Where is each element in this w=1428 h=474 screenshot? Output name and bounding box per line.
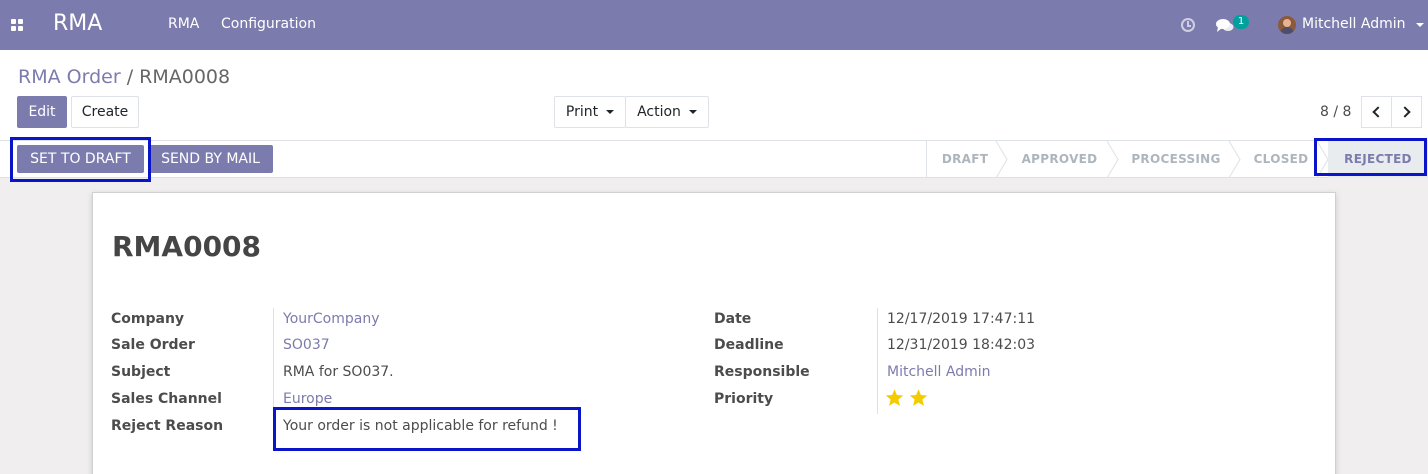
highlight-rejected-stage <box>1314 138 1427 176</box>
breadcrumb-parent[interactable]: RMA Order <box>18 66 121 88</box>
label-date: Date <box>714 311 752 327</box>
deadline-value: 12/31/2019 18:42:03 <box>887 337 1036 353</box>
action-dropdown[interactable]: Action <box>625 96 709 128</box>
pager-value[interactable]: 8 / 8 <box>1320 104 1351 120</box>
company-link[interactable]: YourCompany <box>283 311 380 327</box>
stage-separator <box>926 141 927 178</box>
stage-processing[interactable]: PROCESSING <box>1118 141 1234 178</box>
label-subject: Subject <box>111 364 171 380</box>
label-reject-reason: Reject Reason <box>111 418 224 434</box>
responsible-link[interactable]: Mitchell Admin <box>887 364 991 380</box>
chevron-left-icon <box>1372 106 1384 118</box>
stage-closed[interactable]: CLOSED <box>1240 141 1322 178</box>
label-company: Company <box>111 311 185 327</box>
label-sale-order: Sale Order <box>111 337 195 353</box>
form-statusbar: SET TO DRAFT SEND BY MAIL DRAFT APPROVED… <box>0 141 1428 178</box>
star-icon[interactable] <box>885 388 904 407</box>
apps-grid-icon[interactable] <box>11 19 24 31</box>
app-name: RMA <box>53 11 103 36</box>
breadcrumb-separator: / <box>126 66 134 88</box>
breadcrumb: RMA Order / RMA0008 <box>18 66 230 88</box>
highlight-set-to-draft <box>10 137 151 182</box>
chat-count-badge: 1 <box>1233 15 1249 29</box>
sales-channel-link[interactable]: Europe <box>283 391 332 407</box>
clock-icon[interactable] <box>1181 18 1195 32</box>
date-value: 12/17/2019 17:47:11 <box>887 311 1036 327</box>
record-title: RMA0008 <box>112 230 262 263</box>
highlight-reject-reason <box>273 407 581 451</box>
caret-down-icon <box>606 110 615 114</box>
edit-button[interactable]: Edit <box>17 96 67 128</box>
send-by-mail-button[interactable]: SEND BY MAIL <box>148 145 273 173</box>
subject-value: RMA for SO037. <box>283 364 394 380</box>
top-navbar: RMA RMA Configuration 1 Mitchell Admin <box>0 0 1428 50</box>
label-priority: Priority <box>714 391 774 407</box>
stage-approved[interactable]: APPROVED <box>1007 141 1112 178</box>
menu-rma[interactable]: RMA <box>168 16 199 32</box>
field-divider <box>877 308 878 414</box>
star-icon[interactable] <box>909 388 928 407</box>
label-deadline: Deadline <box>714 337 784 353</box>
print-dropdown[interactable]: Print <box>554 96 626 128</box>
breadcrumb-current: RMA0008 <box>139 66 231 88</box>
chat-icon[interactable] <box>1216 18 1234 33</box>
label-sales-channel: Sales Channel <box>111 391 222 407</box>
sale-order-link[interactable]: SO037 <box>283 337 330 353</box>
control-panel: RMA Order / RMA0008 Edit Create Print Ac… <box>0 50 1428 141</box>
user-menu[interactable]: Mitchell Admin <box>1302 16 1406 32</box>
print-label: Print <box>565 104 599 120</box>
pager-next-button[interactable] <box>1391 96 1422 128</box>
chevron-right-icon <box>1399 106 1411 118</box>
caret-down-icon <box>688 110 697 114</box>
menu-configuration[interactable]: Configuration <box>221 16 316 32</box>
pager-previous-button[interactable] <box>1361 96 1392 128</box>
avatar[interactable] <box>1278 16 1296 34</box>
action-label: Action <box>637 104 681 120</box>
caret-down-icon[interactable] <box>1416 23 1424 27</box>
label-responsible: Responsible <box>714 364 810 380</box>
stage-draft[interactable]: DRAFT <box>930 141 1000 178</box>
create-button[interactable]: Create <box>71 96 139 128</box>
